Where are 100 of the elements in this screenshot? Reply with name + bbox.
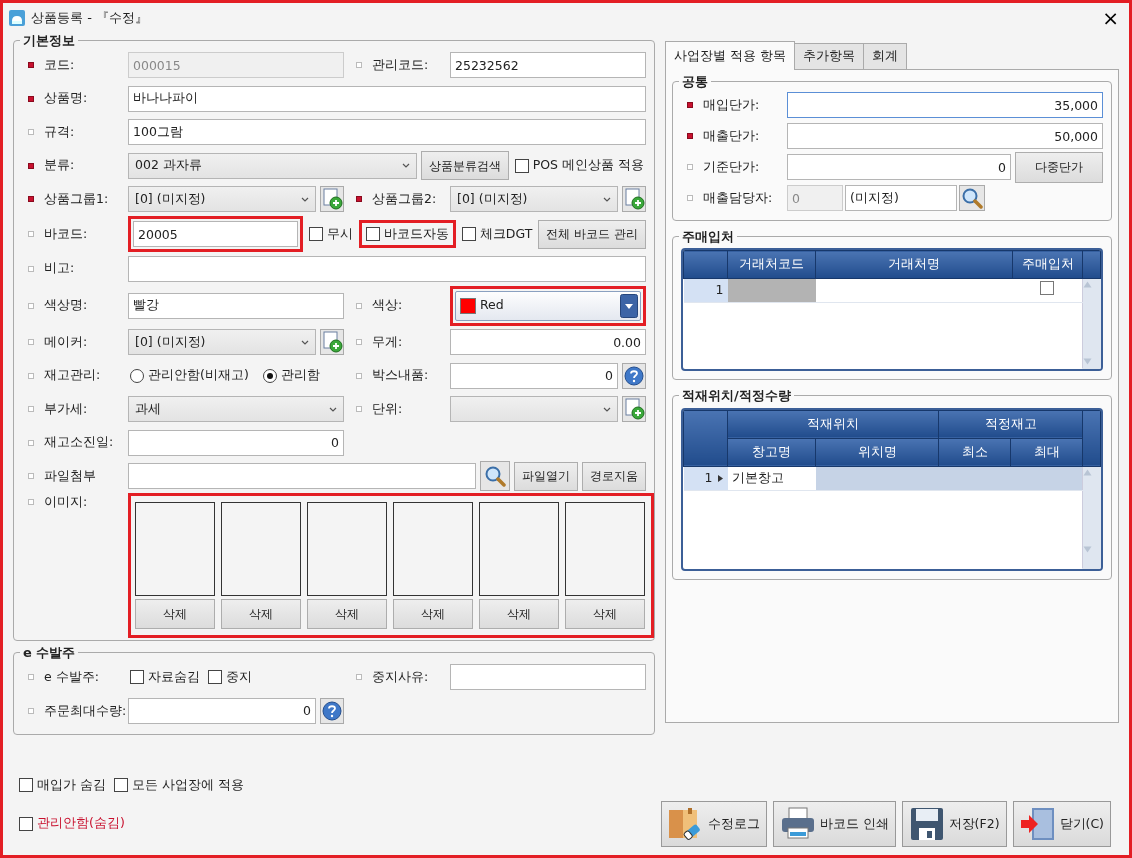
text-field[interactable]: 35,000 — [787, 92, 1103, 119]
button[interactable]: 상품분류검색 — [420, 151, 509, 181]
dropdown[interactable]: 과세 — [128, 396, 344, 423]
text-field[interactable]: 0 — [128, 429, 344, 456]
text-field[interactable] — [450, 664, 646, 691]
column-group-header: 적재위치 — [727, 410, 939, 439]
field-label: 바코드: — [44, 224, 88, 243]
add-button[interactable] — [320, 329, 344, 356]
radio-button[interactable]: 관리함 — [262, 366, 320, 386]
field-label: 색상: — [372, 296, 403, 315]
search-button[interactable] — [480, 461, 510, 492]
text-field[interactable]: 50,000 — [787, 123, 1103, 150]
text-field[interactable]: 0 — [128, 697, 316, 724]
image-slot[interactable] — [393, 502, 473, 597]
text-field[interactable]: 바나나파이 — [128, 85, 646, 112]
add-button[interactable] — [622, 186, 646, 213]
checkbox[interactable]: 중지 — [208, 668, 252, 687]
column-header: 주매입처 — [1012, 250, 1083, 279]
image-slot[interactable] — [479, 502, 559, 597]
checkbox[interactable]: 바코드자동 — [365, 224, 449, 244]
field-label: 메이커: — [44, 332, 88, 351]
search-button[interactable] — [959, 185, 985, 212]
checkbox[interactable]: 관리안함(숨김) — [19, 814, 125, 833]
field-label: 기준단가: — [703, 157, 760, 176]
caret-icon — [603, 195, 611, 203]
checkbox[interactable]: 매입가 숨김 — [19, 775, 106, 795]
checkbox[interactable]: 무시 — [308, 224, 353, 244]
button[interactable]: 바코드 인쇄 — [772, 801, 896, 847]
dropdown[interactable]: [0] (미지정) — [450, 186, 618, 213]
help-button[interactable] — [320, 697, 344, 724]
document-plus-icon — [623, 188, 645, 211]
header-cell — [683, 250, 728, 279]
help-icon — [322, 700, 342, 721]
text-field[interactable]: 빨강 — [128, 292, 344, 319]
field-label: 규격: — [44, 122, 75, 141]
group-title: 기본정보 — [22, 33, 76, 49]
button[interactable]: 다중단가 — [1015, 151, 1103, 183]
group-title: 적재위치/적정수량 — [681, 388, 792, 404]
button[interactable]: 저장(F2) — [901, 801, 1007, 847]
field-label: 박스내품: — [372, 366, 429, 385]
document-plus-icon — [321, 188, 343, 211]
image-slot[interactable] — [307, 502, 387, 597]
close-button[interactable]: × — [1098, 8, 1123, 28]
caret-icon — [401, 162, 410, 170]
field-label: 상품그룹1: — [44, 189, 109, 208]
dropdown[interactable]: 002 과자류 — [128, 152, 417, 179]
button[interactable]: 전체 바코드 관리 — [538, 219, 646, 249]
column-header: 최대 — [1010, 438, 1083, 467]
add-button[interactable] — [320, 186, 344, 213]
button[interactable]: 닫기(C) — [1012, 801, 1111, 847]
row-number: 1 — [683, 278, 728, 303]
field-label: 상품그룹2: — [372, 189, 437, 208]
header-cell — [683, 410, 728, 467]
text-field[interactable]: (미지정) — [845, 185, 957, 212]
text-field[interactable] — [128, 463, 476, 490]
text-field[interactable]: 20005 — [133, 221, 298, 248]
column-group-header: 적정재고 — [938, 410, 1083, 439]
radio-button[interactable]: 관리안함(비재고) — [130, 366, 249, 386]
delete-button[interactable]: 삭제 — [479, 599, 559, 630]
button[interactable]: 파일열기 — [514, 461, 578, 491]
image-slot[interactable] — [565, 502, 645, 597]
delete-button[interactable]: 삭제 — [221, 599, 301, 630]
field-label: 재고관리: — [44, 366, 101, 385]
tab[interactable]: 추가항목 — [793, 43, 864, 69]
text-field[interactable]: 25232562 — [450, 52, 646, 79]
delete-button[interactable]: 삭제 — [135, 599, 215, 630]
text-field[interactable]: 0 — [450, 362, 618, 389]
tab[interactable]: 사업장별 적용 항목 — [665, 41, 795, 70]
checkbox[interactable]: POS 메인상품 적용 — [514, 156, 644, 176]
text-field[interactable]: 0.00 — [450, 329, 646, 356]
help-button[interactable] — [622, 362, 646, 389]
tab[interactable]: 회계 — [862, 43, 907, 69]
delete-button[interactable]: 삭제 — [393, 599, 473, 630]
caret-icon — [603, 405, 611, 413]
text-field[interactable] — [128, 255, 646, 282]
delete-button[interactable]: 삭제 — [307, 599, 387, 630]
document-plus-icon — [623, 398, 645, 421]
window-title: 상품등록 - 『수정』 — [31, 9, 148, 28]
checkbox[interactable]: 자료숨김 — [130, 668, 200, 687]
field-label: 매출담당자: — [703, 188, 773, 207]
app-icon — [9, 10, 25, 26]
dropdown[interactable]: [0] (미지정) — [128, 329, 316, 356]
delete-button[interactable]: 삭제 — [565, 599, 645, 630]
image-slot[interactable] — [135, 502, 215, 597]
field-label: 재고소진일: — [44, 433, 114, 452]
text-field[interactable]: 100그람 — [128, 119, 646, 146]
button[interactable]: 경로지움 — [582, 461, 646, 491]
field-label: 이미지: — [44, 493, 88, 512]
add-button[interactable] — [622, 396, 646, 423]
image-slot[interactable] — [221, 502, 301, 597]
field-label: 매출단가: — [703, 126, 760, 145]
checkbox[interactable]: 모든 사업장에 적용 — [114, 775, 244, 795]
dropdown[interactable]: [0] (미지정) — [128, 186, 316, 213]
text-field[interactable]: 0 — [787, 154, 1011, 181]
color-dropdown[interactable]: Red — [455, 290, 641, 321]
checkbox[interactable]: 체크DGT — [461, 224, 533, 244]
column-header: 거래처코드 — [727, 250, 816, 279]
field-label: 부가세: — [44, 399, 88, 418]
button[interactable]: 수정로그 — [660, 801, 767, 847]
checkbox[interactable] — [1040, 280, 1055, 295]
